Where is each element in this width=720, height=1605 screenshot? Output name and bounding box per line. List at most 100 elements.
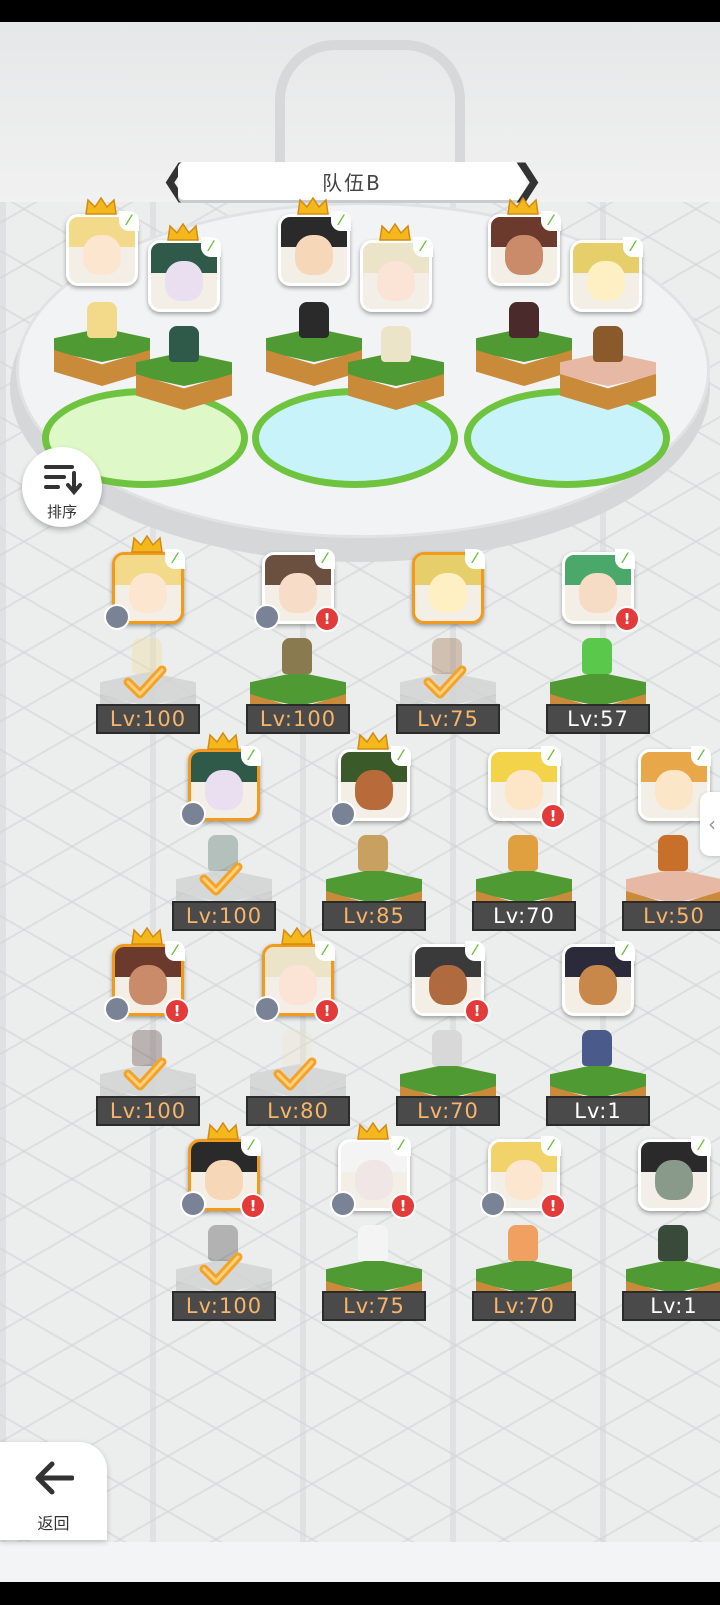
leaf-icon: ⁄ bbox=[615, 941, 635, 961]
team-name: 队伍B bbox=[178, 162, 526, 200]
hero-slot[interactable]: ⁄! bbox=[488, 746, 566, 829]
navigation-bar bbox=[0, 1582, 720, 1605]
hero-slot[interactable]: ⁄ bbox=[638, 746, 711, 821]
sort-label: 排序 bbox=[46, 503, 77, 521]
alert-icon: ! bbox=[464, 998, 490, 1024]
face-shape bbox=[377, 261, 415, 301]
back-label: 返回 bbox=[37, 1514, 70, 1533]
hero-slot[interactable]: ⁄ bbox=[412, 549, 485, 624]
hero-level: Lv:100 bbox=[246, 704, 350, 734]
hero-level: Lv:57 bbox=[546, 704, 650, 734]
hero-slot[interactable]: ⁄! bbox=[254, 926, 340, 1024]
face-shape bbox=[579, 965, 617, 1005]
crown-icon bbox=[131, 534, 163, 553]
face-shape bbox=[505, 770, 543, 810]
hero-slot[interactable]: ⁄! bbox=[104, 926, 190, 1024]
alert-icon: ! bbox=[314, 998, 340, 1024]
crown-icon bbox=[379, 222, 411, 241]
team-member-slot[interactable]: ⁄ bbox=[66, 196, 139, 286]
face-shape bbox=[655, 770, 693, 810]
face-shape bbox=[429, 573, 467, 613]
face-shape bbox=[505, 1160, 543, 1200]
rank-badge-icon bbox=[180, 801, 206, 827]
hero-sprite bbox=[508, 1225, 538, 1261]
hero-level: Lv:70 bbox=[396, 1096, 500, 1126]
alert-icon: ! bbox=[540, 803, 566, 829]
team-hero-sprite bbox=[381, 326, 411, 362]
back-button[interactable]: 返回 bbox=[0, 1442, 107, 1540]
face-shape bbox=[279, 573, 317, 613]
leaf-icon: ⁄ bbox=[119, 211, 139, 231]
alert-icon: ! bbox=[540, 1193, 566, 1219]
face-shape bbox=[355, 1160, 393, 1200]
side-panel-tab[interactable]: ‹ bbox=[700, 792, 720, 856]
hero-level: Lv:75 bbox=[322, 1291, 426, 1321]
face-shape bbox=[429, 965, 467, 1005]
leaf-icon: ⁄ bbox=[541, 211, 561, 231]
leaf-icon: ⁄ bbox=[465, 941, 485, 961]
hero-slot[interactable]: ⁄ bbox=[180, 731, 261, 827]
hero-slot[interactable]: ⁄ bbox=[104, 534, 185, 630]
hero-level: Lv:70 bbox=[472, 901, 576, 931]
hero-slot[interactable]: ⁄! bbox=[480, 1136, 566, 1219]
team-member-slot[interactable]: ⁄ bbox=[570, 237, 643, 312]
game-screen: ❮ 队伍B ❯ ⁄ ⁄ ⁄ ⁄ ⁄ ⁄ 排序 ⁄ Lv:100 ⁄! Lv:100 ⁄ Lv:75 ⁄… bbox=[0, 22, 720, 1582]
leaf-icon: ⁄ bbox=[165, 549, 185, 569]
face-shape bbox=[129, 965, 167, 1005]
arena-gate bbox=[275, 40, 465, 170]
hero-level: Lv:1 bbox=[622, 1291, 720, 1321]
team-hero-sprite bbox=[87, 302, 117, 338]
in-team-check-icon bbox=[123, 1057, 167, 1091]
team-member-slot[interactable]: ⁄ bbox=[278, 196, 351, 286]
in-team-check-icon bbox=[423, 665, 467, 699]
crown-icon bbox=[507, 196, 539, 215]
hero-slot[interactable]: ⁄! bbox=[330, 1121, 416, 1219]
leaf-icon: ⁄ bbox=[391, 746, 411, 766]
rank-badge-icon bbox=[254, 996, 280, 1022]
crown-icon bbox=[207, 731, 239, 750]
hero-level: Lv:75 bbox=[396, 704, 500, 734]
crown-icon bbox=[281, 926, 313, 945]
leaf-icon: ⁄ bbox=[241, 1136, 261, 1156]
team-hero-sprite bbox=[509, 302, 539, 338]
rank-badge-icon bbox=[104, 996, 130, 1022]
team-member-slot[interactable]: ⁄ bbox=[148, 222, 221, 312]
hero-slot[interactable]: ⁄ bbox=[638, 1136, 711, 1211]
team-member-slot[interactable]: ⁄ bbox=[488, 196, 561, 286]
sort-button[interactable]: 排序 bbox=[22, 447, 102, 527]
hero-level: Lv:50 bbox=[622, 901, 720, 931]
leaf-icon: ⁄ bbox=[391, 1136, 411, 1156]
in-team-check-icon bbox=[273, 1057, 317, 1091]
hero-sprite bbox=[658, 835, 688, 871]
hero-level: Lv:100 bbox=[96, 704, 200, 734]
in-team-check-icon bbox=[199, 1252, 243, 1286]
leaf-icon: ⁄ bbox=[201, 237, 221, 257]
hero-slot[interactable]: ⁄! bbox=[412, 941, 490, 1024]
rank-badge-icon bbox=[330, 801, 356, 827]
face-shape bbox=[83, 235, 121, 275]
team-hero-sprite bbox=[299, 302, 329, 338]
alert-icon: ! bbox=[240, 1193, 266, 1219]
next-team-arrow[interactable]: ❯ bbox=[510, 160, 544, 200]
leaf-icon: ⁄ bbox=[315, 941, 335, 961]
hero-slot[interactable]: ⁄ bbox=[562, 941, 635, 1016]
team-member-slot[interactable]: ⁄ bbox=[360, 222, 433, 312]
crown-icon bbox=[357, 1121, 389, 1140]
hero-slot[interactable]: ⁄! bbox=[562, 549, 640, 632]
hero-slot[interactable]: ⁄ bbox=[330, 731, 411, 827]
hero-level: Lv:80 bbox=[246, 1096, 350, 1126]
hero-slot[interactable]: ⁄! bbox=[254, 549, 340, 632]
leaf-icon: ⁄ bbox=[315, 549, 335, 569]
hero-sprite bbox=[432, 1030, 462, 1066]
rank-badge-icon bbox=[254, 604, 280, 630]
hero-level: Lv:100 bbox=[96, 1096, 200, 1126]
alert-icon: ! bbox=[164, 998, 190, 1024]
hero-slot[interactable]: ⁄! bbox=[180, 1121, 266, 1219]
face-shape bbox=[355, 770, 393, 810]
team-hero-sprite bbox=[169, 326, 199, 362]
leaf-icon: ⁄ bbox=[413, 237, 433, 257]
alert-icon: ! bbox=[390, 1193, 416, 1219]
leaf-icon: ⁄ bbox=[541, 746, 561, 766]
hero-sprite bbox=[508, 835, 538, 871]
status-bar bbox=[0, 0, 720, 22]
